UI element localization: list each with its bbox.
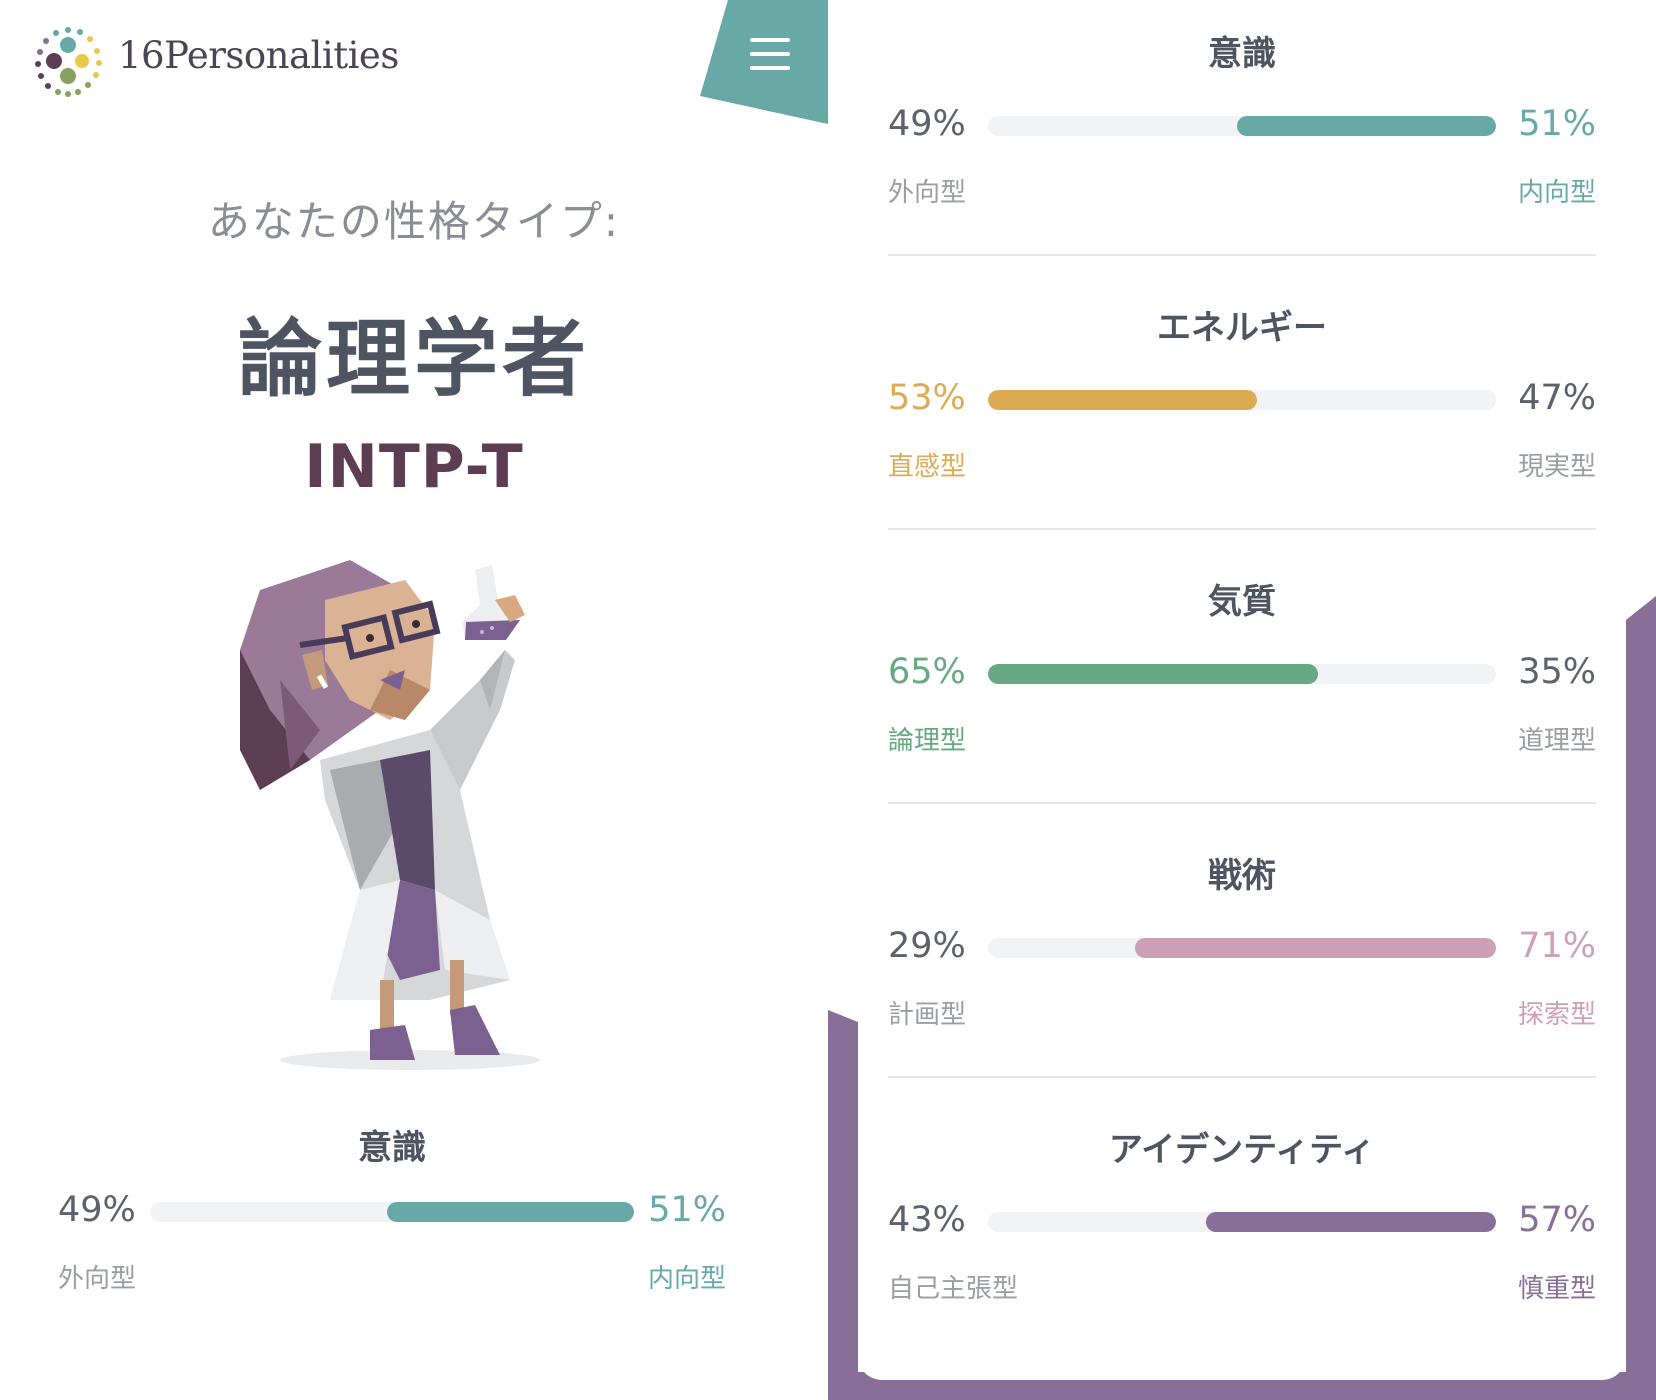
trait-left-label: 論理型: [888, 726, 967, 756]
trait-block: 気質 65% 35% 論理型 道理型: [888, 570, 1596, 820]
type-name: 論理学者: [237, 310, 590, 408]
trait-bar-fill: [1135, 938, 1496, 958]
trait-bar-fill: [1206, 1212, 1496, 1232]
result-subtitle: あなたの性格タイプ:: [207, 197, 621, 246]
trait-bar-fill: [988, 390, 1258, 410]
trait-block: 意識 49% 51% 外向型 内向型: [888, 22, 1596, 272]
trait-mind: 意識 49% 51% 外向型 内向型: [58, 1110, 726, 1300]
trait-right-percent: 71%: [1518, 926, 1596, 966]
trait-divider: [888, 802, 1596, 804]
trait-title: 意識: [1208, 34, 1276, 74]
trait-right-percent: 47%: [1518, 378, 1596, 418]
trait-divider: [888, 254, 1596, 256]
trait-right-percent: 57%: [1518, 1200, 1596, 1240]
trait-right-label: 慎重型: [1517, 1274, 1596, 1304]
trait-right-label: 道理型: [1517, 726, 1596, 756]
trait-left-percent: 29%: [888, 926, 966, 966]
trait-bar-fill: [988, 664, 1319, 684]
trait-right-label: 現実型: [1517, 452, 1596, 482]
trait-left-percent: 49%: [58, 1190, 136, 1230]
trait-left-percent: 43%: [888, 1200, 966, 1240]
trait-right-label: 探索型: [1517, 1000, 1596, 1030]
trait-left-label: 直感型: [888, 452, 967, 482]
trait-title: 気質: [1208, 582, 1276, 622]
trait-block: アイデンティティ 43% 57% 自己主張型 慎重型: [888, 1118, 1596, 1368]
trait-right-percent: 51%: [1518, 104, 1596, 144]
trait-divider: [888, 1076, 1596, 1078]
left-panel: 16Personalities あなたの性格タイプ: 論理学者 INTP-T 意…: [0, 0, 828, 1400]
trait-bar: [150, 1202, 634, 1222]
trait-title: アイデンティティ: [1108, 1130, 1376, 1170]
trait-left-label: 自己主張型: [888, 1274, 1019, 1304]
trait-left-label: 外向型: [58, 1264, 137, 1294]
trait-bar: [988, 1212, 1496, 1232]
hamburger-menu-icon[interactable]: [750, 38, 790, 74]
trait-bar: [988, 390, 1496, 410]
trait-left-percent: 53%: [888, 378, 966, 418]
trait-bar-fill: [387, 1202, 634, 1222]
trait-title: エネルギー: [1157, 308, 1327, 348]
trait-bar-fill: [1236, 116, 1496, 136]
trait-bar: [988, 116, 1496, 136]
trait-block: 戦術 29% 71% 計画型 探索型: [888, 844, 1596, 1094]
trait-right-label: 内向型: [1517, 178, 1596, 208]
trait-left-label: 計画型: [888, 1000, 967, 1030]
trait-title: 意識: [358, 1128, 426, 1168]
trait-divider: [888, 528, 1596, 530]
logo-icon: [35, 27, 102, 97]
trait-right-label: 内向型: [647, 1264, 726, 1294]
trait-right-percent: 35%: [1518, 652, 1596, 692]
type-code: INTP-T: [304, 432, 524, 502]
brand-name[interactable]: 16Personalities: [118, 34, 399, 77]
trait-bar: [988, 938, 1496, 958]
trait-left-percent: 49%: [888, 104, 966, 144]
trait-bar: [988, 664, 1496, 684]
trait-left-label: 外向型: [888, 178, 967, 208]
right-panel: 意識 49% 51% 外向型 内向型エネルギー 53% 47% 直感型 現実型気質 65% 35% 論…: [828, 0, 1656, 1400]
trait-right-percent: 51%: [648, 1190, 726, 1230]
trait-block: エネルギー 53% 47% 直感型 現実型: [888, 296, 1596, 546]
logician-character-illustration: [240, 560, 540, 1070]
trait-title: 戦術: [1208, 856, 1276, 896]
trait-left-percent: 65%: [888, 652, 966, 692]
